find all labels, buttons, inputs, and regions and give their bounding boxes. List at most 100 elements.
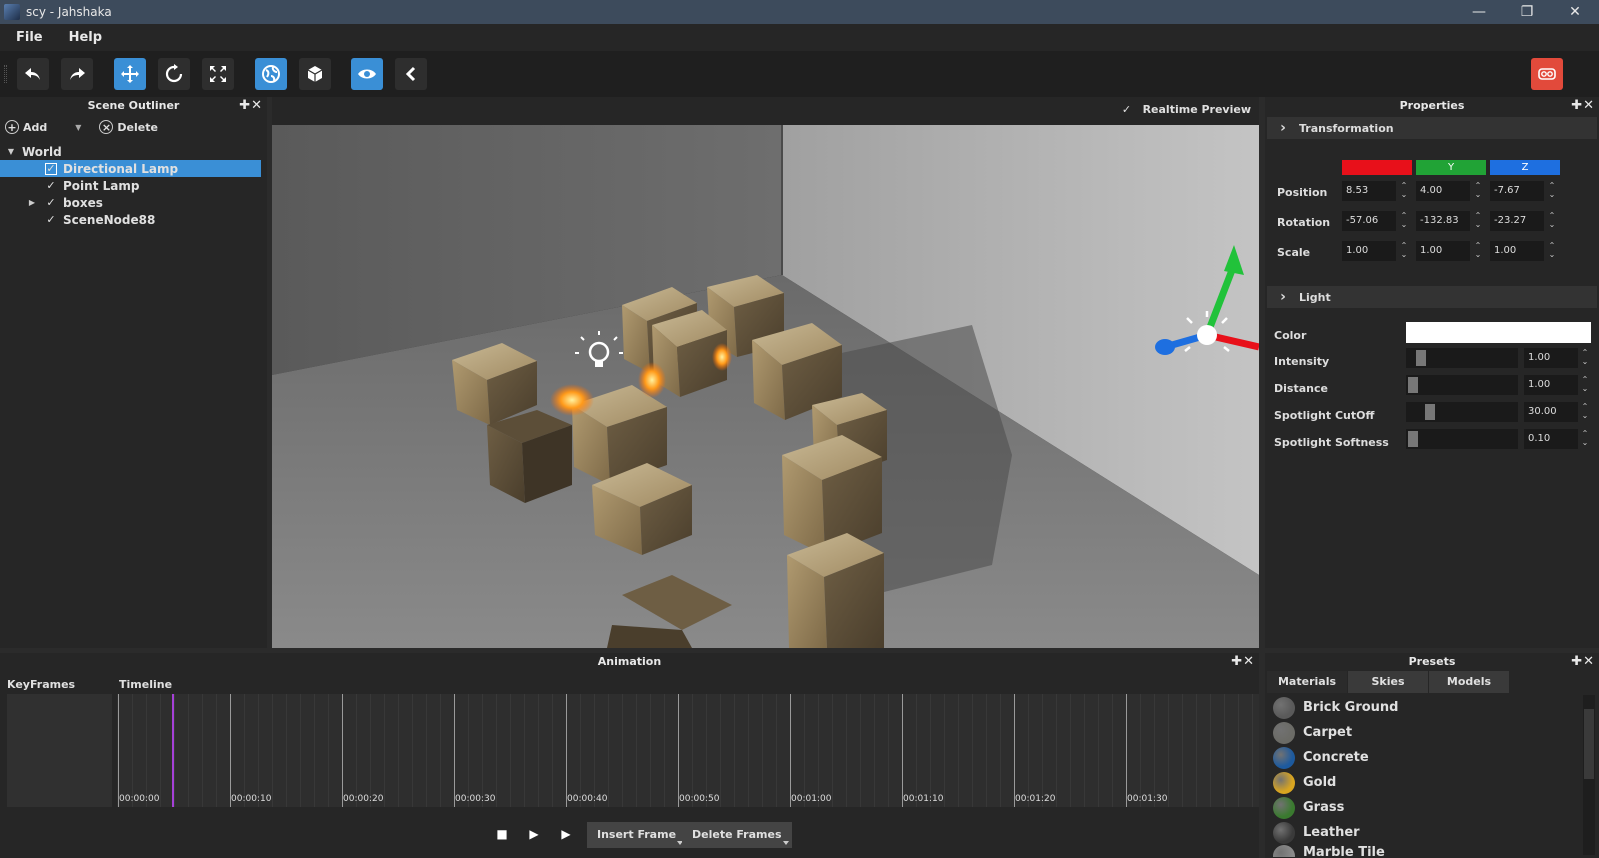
rotation-x-stepper[interactable]: ⌃ ⌄ <box>1398 211 1410 231</box>
play-forward-button[interactable]: ▶ <box>555 823 577 845</box>
rotation-x-input[interactable]: -57.06 <box>1342 211 1396 231</box>
visibility-check-icon[interactable]: ✓ <box>45 162 57 175</box>
minimize-button[interactable]: — <box>1455 0 1503 24</box>
position-x-stepper[interactable]: ⌃ ⌄ <box>1398 181 1410 201</box>
tree-item-directional-lamp[interactable]: ✓ Directional Lamp <box>0 160 261 177</box>
add-dropdown-icon[interactable]: ▼ <box>75 123 81 132</box>
distance-stepper[interactable]: ⌃ ⌄ <box>1579 375 1591 395</box>
play-button[interactable]: ▶ <box>523 823 545 845</box>
spotlight-softness-slider-thumb[interactable] <box>1408 431 1418 447</box>
presets-scrollbar-thumb[interactable] <box>1584 709 1594 779</box>
spotlight-cutoff-slider-thumb[interactable] <box>1425 404 1435 420</box>
spotlight-softness-stepper[interactable]: ⌃ ⌄ <box>1579 429 1591 449</box>
spotlight-softness-input[interactable]: 0.10 <box>1524 429 1578 449</box>
keyframes-list[interactable] <box>7 694 112 807</box>
scale-tool-button[interactable] <box>202 58 234 90</box>
tree-item-boxes[interactable]: ▶ ✓ boxes <box>0 194 267 211</box>
move-tool-button[interactable] <box>114 58 146 90</box>
position-z-input[interactable]: -7.67 <box>1490 181 1544 201</box>
tree-root-world[interactable]: ▼ World <box>0 143 267 160</box>
spotlight-cutoff-stepper[interactable]: ⌃ ⌄ <box>1579 402 1591 422</box>
light-section-header[interactable]: › Light <box>1267 286 1597 308</box>
scale-x-input[interactable]: 1.00 <box>1342 241 1396 261</box>
position-x-input[interactable]: 8.53 <box>1342 181 1396 201</box>
scale-z-stepper[interactable]: ⌃ ⌄ <box>1546 241 1558 261</box>
timeline-playhead[interactable] <box>172 694 174 807</box>
plus-icon: + <box>5 120 19 134</box>
position-z-stepper[interactable]: ⌃ ⌄ <box>1546 181 1558 201</box>
list-item[interactable]: Marble Tile <box>1267 845 1582 857</box>
intensity-slider-thumb[interactable] <box>1416 350 1426 366</box>
transformation-section-header[interactable]: › Transformation <box>1267 117 1597 139</box>
rotation-y-input[interactable]: -132.83 <box>1416 211 1470 231</box>
list-item[interactable]: Carpet <box>1267 720 1582 745</box>
intensity-stepper[interactable]: ⌃ ⌄ <box>1579 348 1591 368</box>
material-label: Gold <box>1303 775 1337 790</box>
light-color-swatch[interactable] <box>1406 322 1591 343</box>
stop-button[interactable]: ■ <box>491 823 513 845</box>
spotlight-softness-slider[interactable] <box>1406 429 1518 449</box>
menu-file[interactable]: File <box>16 30 43 45</box>
list-item[interactable]: Leather <box>1267 820 1582 845</box>
toolbar-grip[interactable] <box>4 65 7 83</box>
list-item[interactable]: Gold <box>1267 770 1582 795</box>
local-space-button[interactable] <box>299 58 331 90</box>
visibility-check-icon[interactable]: ✓ <box>45 179 57 192</box>
scale-x-stepper[interactable]: ⌃ ⌄ <box>1398 241 1410 261</box>
timeline-minor-tick <box>1098 694 1099 807</box>
position-y-stepper[interactable]: ⌃ ⌄ <box>1472 181 1484 201</box>
preview-toggle-button[interactable] <box>351 58 383 90</box>
animation-panel-controls[interactable]: ✚✕ <box>1231 653 1255 671</box>
add-button[interactable]: + Add ▼ <box>5 120 81 134</box>
spotlight-cutoff-input[interactable]: 30.00 <box>1524 402 1578 422</box>
intensity-slider[interactable] <box>1406 348 1518 368</box>
presets-panel-controls[interactable]: ✚✕ <box>1571 653 1595 671</box>
undo-button[interactable] <box>17 58 49 90</box>
insert-frame-button[interactable]: Insert Frame <box>587 822 687 848</box>
list-item[interactable]: Concrete <box>1267 745 1582 770</box>
visibility-check-icon[interactable]: ✓ <box>45 196 57 209</box>
scale-y-stepper[interactable]: ⌃ ⌄ <box>1472 241 1484 261</box>
realtime-preview-toggle[interactable]: ✓ Realtime Preview <box>1122 103 1251 116</box>
visibility-check-icon[interactable]: ✓ <box>45 213 57 226</box>
tab-skies[interactable]: Skies <box>1348 671 1428 693</box>
list-item[interactable]: Grass <box>1267 795 1582 820</box>
presets-title-bar: Presets ✚✕ <box>1265 653 1599 671</box>
intensity-input[interactable]: 1.00 <box>1524 348 1578 368</box>
timeline-tick-label: 00:00:30 <box>455 794 496 804</box>
presets-scrollbar[interactable] <box>1583 695 1595 855</box>
scale-y-input[interactable]: 1.00 <box>1416 241 1470 261</box>
distance-slider-thumb[interactable] <box>1408 377 1418 393</box>
vr-mode-button[interactable] <box>1531 58 1563 90</box>
redo-button[interactable] <box>61 58 93 90</box>
list-item[interactable]: Brick Ground <box>1267 695 1582 720</box>
close-button[interactable]: ✕ <box>1551 0 1599 24</box>
3d-viewport[interactable] <box>272 125 1259 648</box>
rotation-y-stepper[interactable]: ⌃ ⌄ <box>1472 211 1484 231</box>
maximize-button[interactable]: ❐ <box>1503 0 1551 24</box>
properties-panel-controls[interactable]: ✚✕ <box>1571 97 1595 115</box>
distance-slider[interactable] <box>1406 375 1518 395</box>
material-preview-icon <box>1273 721 1295 744</box>
collapse-button[interactable] <box>395 58 427 90</box>
expand-arrow-icon[interactable]: ▼ <box>6 147 16 156</box>
delete-button[interactable]: × Delete <box>99 120 158 134</box>
timeline-track[interactable]: 00:00:00 00:00:10 00:00:20 00:00:30 00:0… <box>117 694 1259 807</box>
menu-help[interactable]: Help <box>69 30 102 45</box>
tab-models[interactable]: Models <box>1429 671 1509 693</box>
outliner-panel-controls[interactable]: ✚✕ <box>239 97 263 115</box>
tree-item-point-lamp[interactable]: ✓ Point Lamp <box>0 177 267 194</box>
tab-materials[interactable]: Materials <box>1267 671 1347 693</box>
timeline-minor-tick <box>244 694 245 807</box>
position-y-input[interactable]: 4.00 <box>1416 181 1470 201</box>
delete-frames-button[interactable]: Delete Frames <box>682 822 792 848</box>
scale-z-input[interactable]: 1.00 <box>1490 241 1544 261</box>
rotation-z-stepper[interactable]: ⌃ ⌄ <box>1546 211 1558 231</box>
distance-input[interactable]: 1.00 <box>1524 375 1578 395</box>
spotlight-cutoff-slider[interactable] <box>1406 402 1518 422</box>
rotation-z-input[interactable]: -23.27 <box>1490 211 1544 231</box>
expand-arrow-icon[interactable]: ▶ <box>27 198 37 207</box>
rotate-tool-button[interactable] <box>158 58 190 90</box>
world-space-button[interactable] <box>255 58 287 90</box>
tree-item-scenenode88[interactable]: ✓ SceneNode88 <box>0 211 267 228</box>
